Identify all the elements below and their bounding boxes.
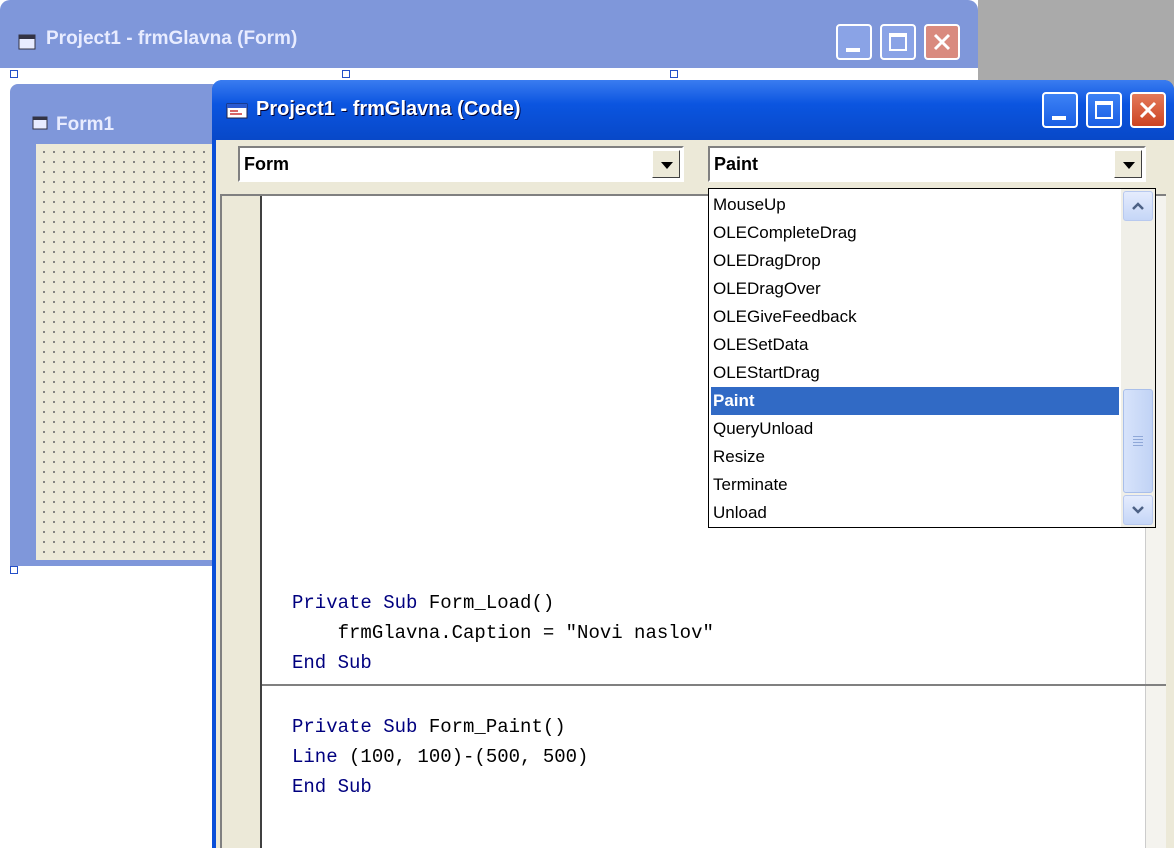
code-line: End Sub	[292, 652, 372, 674]
form1-window[interactable]: Form1	[10, 84, 220, 566]
chevron-down-icon[interactable]	[1114, 150, 1142, 178]
chevron-up-icon	[1132, 202, 1144, 210]
form-design-grid[interactable]	[36, 144, 220, 560]
dropdown-item[interactable]: Unload	[711, 499, 1119, 527]
close-button[interactable]	[1130, 92, 1166, 128]
minimize-button[interactable]	[1042, 92, 1078, 128]
dropdown-item[interactable]: OLEStartDrag	[711, 359, 1119, 387]
maximize-button[interactable]	[1086, 92, 1122, 128]
code-window-title: Project1 - frmGlavna (Code)	[256, 98, 521, 120]
code-window-titlebar[interactable]: Project1 - frmGlavna (Code)	[212, 80, 1174, 140]
form-designer-title: Project1 - frmGlavna (Form)	[46, 28, 298, 49]
scroll-up-button[interactable]	[1123, 191, 1153, 221]
code-line: Private Sub Form_Paint()	[292, 716, 566, 738]
procedure-dropdown-list[interactable]: MouseUp OLECompleteDrag OLEDragDrop OLEDrag…	[708, 188, 1156, 528]
maximize-button[interactable]	[880, 24, 916, 60]
dropdown-item[interactable]: OLESetData	[711, 331, 1119, 359]
object-combo[interactable]: Form	[238, 146, 684, 182]
dropdown-scrollbar[interactable]	[1121, 189, 1155, 527]
form-icon	[32, 116, 48, 130]
code-line: Private Sub Form_Load()	[292, 592, 555, 614]
code-margin	[222, 196, 262, 848]
chevron-down-icon	[1132, 506, 1144, 514]
chevron-down-icon[interactable]	[652, 150, 680, 178]
resize-handle[interactable]	[10, 70, 18, 78]
procedure-combo-value: Paint	[714, 154, 759, 174]
form1-title: Form1	[56, 114, 115, 135]
form-icon	[18, 34, 36, 50]
procedure-separator	[262, 684, 1166, 686]
dropdown-item[interactable]: QueryUnload	[711, 415, 1119, 443]
close-button[interactable]	[924, 24, 960, 60]
dropdown-item[interactable]: Paint	[710, 386, 1120, 416]
dropdown-item[interactable]: Resize	[711, 443, 1119, 471]
scroll-thumb[interactable]	[1123, 389, 1153, 493]
code-line: End Sub	[292, 776, 372, 798]
code-line: Line (100, 100)-(500, 500)	[292, 746, 589, 768]
dropdown-item[interactable]: MouseUp	[711, 191, 1119, 219]
dropdown-item[interactable]: OLEDragOver	[711, 275, 1119, 303]
code-line: frmGlavna.Caption = "Novi naslov"	[292, 622, 714, 644]
dropdown-item[interactable]: OLEGiveFeedback	[711, 303, 1119, 331]
code-window-icon	[226, 103, 248, 119]
dropdown-item[interactable]: Terminate	[711, 471, 1119, 499]
resize-handle[interactable]	[10, 566, 18, 574]
scroll-down-button[interactable]	[1123, 495, 1153, 525]
form-designer-titlebar[interactable]: Project1 - frmGlavna (Form)	[0, 0, 978, 68]
object-combo-value: Form	[244, 154, 289, 174]
resize-handle[interactable]	[670, 70, 678, 78]
dropdown-item[interactable]: OLECompleteDrag	[711, 219, 1119, 247]
resize-handle[interactable]	[342, 70, 350, 78]
minimize-button[interactable]	[836, 24, 872, 60]
procedure-combo[interactable]: Paint	[708, 146, 1146, 182]
dropdown-item[interactable]: OLEDragDrop	[711, 247, 1119, 275]
